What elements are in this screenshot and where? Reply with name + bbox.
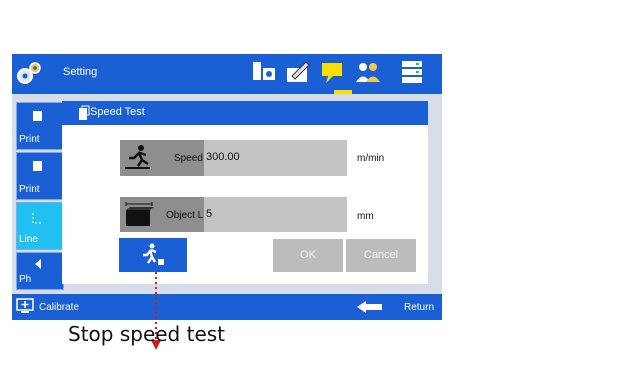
page-title: Setting xyxy=(63,66,98,78)
message-display-icon[interactable] xyxy=(318,58,346,86)
sidebar-item-line[interactable]: Line xyxy=(16,202,64,250)
return-arrow-icon[interactable] xyxy=(356,300,384,314)
dialog-title: Speed Test xyxy=(90,106,145,118)
return-button[interactable]: Return xyxy=(404,302,434,313)
photo-icon xyxy=(35,259,41,269)
ok-button[interactable]: OK xyxy=(273,239,343,272)
running-man-icon xyxy=(125,145,150,169)
stop-speed-test-button[interactable] xyxy=(119,238,187,272)
calibrate-icon[interactable] xyxy=(16,298,34,314)
dialog-header: Speed Test xyxy=(62,101,428,125)
object-length-value-field[interactable]: 5 xyxy=(204,197,347,232)
users-icon[interactable] xyxy=(354,58,382,86)
sidebar-item-print-2[interactable]: Print xyxy=(16,152,64,200)
device-settings-icon[interactable] xyxy=(250,58,278,86)
speed-test-dialog: Speed Test Speed 300.00 m/min Object L 5… xyxy=(62,101,428,284)
print-icon xyxy=(33,111,42,121)
speed-row-label: Speed xyxy=(120,140,204,176)
active-tab-indicator xyxy=(334,90,352,94)
print-icon xyxy=(33,161,42,171)
cancel-button[interactable]: Cancel xyxy=(346,239,416,272)
speed-unit: m/min xyxy=(357,153,385,164)
speed-test-dialog-icon xyxy=(79,105,90,120)
bottom-bar: Calibrate Return xyxy=(12,294,442,320)
system-menu-icon[interactable] xyxy=(398,58,426,86)
speed-label: Speed xyxy=(174,153,203,164)
edit-document-icon[interactable] xyxy=(284,58,312,86)
sidebar-item-label: Ph xyxy=(19,274,32,285)
annotation-label: Stop speed test xyxy=(68,322,226,346)
running-man-icon xyxy=(143,243,164,265)
sidebar-item-photo[interactable]: Ph xyxy=(16,252,64,290)
sidebar-item-label: Line xyxy=(19,234,38,245)
calibrate-button[interactable]: Calibrate xyxy=(39,302,79,313)
sidebar-item-label: Print xyxy=(19,184,40,195)
sidebar-item-print[interactable]: Print xyxy=(16,102,64,150)
object-length-row-label: Object L xyxy=(120,197,204,232)
sidebar-item-label: Print xyxy=(19,134,40,145)
line-icon xyxy=(32,213,43,224)
object-length-label: Object L xyxy=(166,210,204,221)
device-screen: Setting Print Print Line Ph Calibrate Re… xyxy=(12,54,442,320)
object-box-icon xyxy=(125,202,154,226)
sidebar: Print Print Line Ph xyxy=(12,94,64,294)
top-bar: Setting xyxy=(12,54,442,94)
speed-value-field[interactable]: 300.00 xyxy=(204,140,347,176)
settings-gear-icon[interactable] xyxy=(14,58,44,88)
object-length-unit: mm xyxy=(357,211,374,222)
